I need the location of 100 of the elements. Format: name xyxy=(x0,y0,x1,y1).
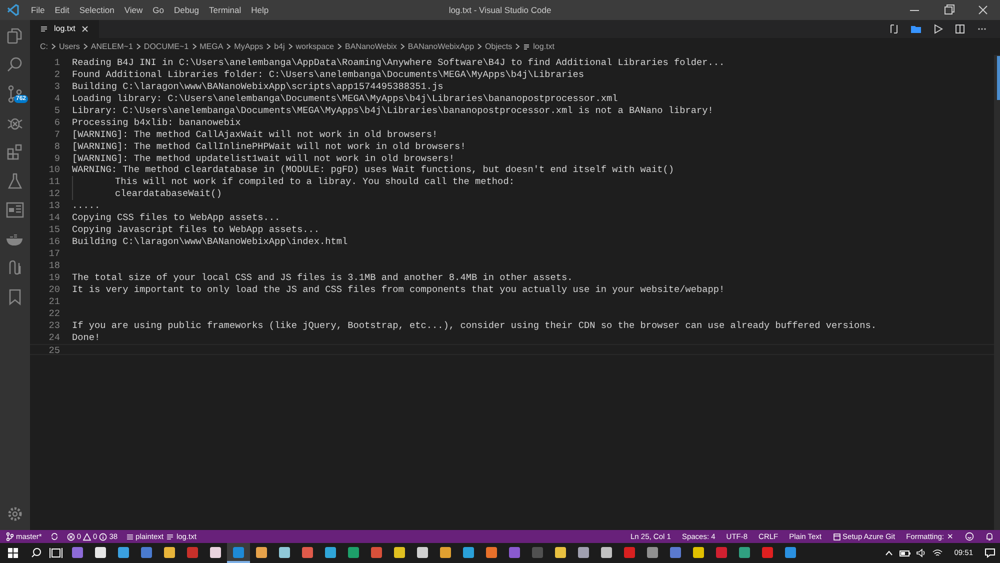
log-line: [WARNING]: The method CallAjaxWait will not work in old browsers! xyxy=(72,128,438,141)
chevron-icon xyxy=(136,43,141,50)
info-icon xyxy=(99,532,108,540)
scrollbar[interactable] xyxy=(994,55,1000,530)
log-line: cleardatabaseWait() xyxy=(115,188,222,200)
breadcrumb-item[interactable]: DOCUME~1 xyxy=(144,40,189,52)
log-line: It is very important to only load the JS and CSS files from components that you actually use in your website/webapp! xyxy=(72,284,725,296)
breadcrumb-item[interactable]: C: xyxy=(40,40,48,52)
warning-icon xyxy=(83,532,92,540)
bell-icon[interactable] xyxy=(985,532,994,541)
log-line: Done! xyxy=(72,332,100,344)
line-number: 20 xyxy=(48,284,60,296)
log-line: If you are using public frameworks (like jQuery, Bootstrap, etc...), consider using their CDN so the browser can use already buffered versions. xyxy=(72,320,877,332)
flask-icon[interactable] xyxy=(5,171,25,191)
line-number: 12 xyxy=(48,188,60,200)
menu-item[interactable]: Go xyxy=(148,4,169,16)
notifications-icon[interactable] xyxy=(984,547,996,559)
chevron-icon xyxy=(226,43,232,50)
log-line: Loading library: C:\Users\anelembanga\Documents\MEGA\MyApps\b4j\Libraries\bananopostprocessor.xml xyxy=(72,92,618,105)
menu-item[interactable]: Terminal xyxy=(204,4,246,16)
menu-item[interactable]: View xyxy=(119,4,148,16)
log-line: Library: C:\Users\anelembanga\Documents\MEGA\MyApps\b4j\Libraries\bananopostprocessor.xml is not a BANano library! xyxy=(72,104,714,117)
lines-icon xyxy=(40,25,48,33)
line-number: 6 xyxy=(53,116,60,129)
log-line: Found Additional Libraries folder: C:\Users\anelembanga\Documents\MEGA\MyApps\b4j\Libraries xyxy=(72,68,584,81)
menu-item[interactable]: Edit xyxy=(50,4,74,16)
menu-item[interactable]: Help xyxy=(246,4,274,16)
chevron-icon xyxy=(82,43,88,50)
line-number: 25 xyxy=(48,344,60,354)
play-icon[interactable] xyxy=(932,23,944,35)
line-number: 3 xyxy=(53,80,60,93)
line-number: 21 xyxy=(48,296,60,308)
lines-icon xyxy=(166,532,174,540)
log-line: Building C:\laragon\www\BANanoWebixApp\scripts\app1574495388351.js xyxy=(72,80,444,93)
breadcrumb-item[interactable]: MyApps xyxy=(234,40,264,52)
chevron-icon xyxy=(288,43,293,50)
breadcrumb-item[interactable]: workspace xyxy=(296,40,334,52)
chevron-icon xyxy=(515,43,520,50)
menu-item[interactable]: Debug xyxy=(168,4,204,16)
menu-item[interactable]: File xyxy=(26,4,50,16)
breadcrumb-item[interactable]: log.txt xyxy=(533,40,554,52)
chevron-icon xyxy=(266,43,272,50)
chevron-icon xyxy=(337,43,342,50)
line-number: 11 xyxy=(48,176,60,188)
log-line: The total size of your local CSS and JS files is 3.1MB and another 8.4MB in other assets. xyxy=(72,272,573,284)
line-number: 2 xyxy=(53,68,60,81)
line-number: 14 xyxy=(48,212,60,224)
breadcrumb-item[interactable]: ANELEM~1 xyxy=(90,40,133,52)
line-number: 17 xyxy=(48,248,60,260)
lines-icon xyxy=(523,43,530,50)
line-number: 18 xyxy=(48,260,60,272)
line-number: 9 xyxy=(53,152,60,164)
list-icon xyxy=(126,532,134,540)
breadcrumb-item[interactable]: BANanoWebix xyxy=(345,40,397,52)
folder-icon[interactable] xyxy=(910,23,922,35)
compare-icon[interactable] xyxy=(888,23,900,35)
window-title: log.txt - Visual Studio Code xyxy=(448,4,552,15)
line-number: 5 xyxy=(53,104,60,117)
split-editor-icon[interactable] xyxy=(954,23,966,35)
close-icon[interactable] xyxy=(81,25,90,33)
line-number: 15 xyxy=(48,224,60,236)
line-number: 23 xyxy=(48,320,60,332)
line-number: 24 xyxy=(48,332,60,344)
wifi-icon[interactable] xyxy=(932,548,944,558)
line-number: 16 xyxy=(48,236,60,248)
branch-icon xyxy=(6,532,14,541)
chevron-up-icon[interactable] xyxy=(884,548,894,558)
log-line: Building C:\laragon\www\BANanoWebixApp\index.html xyxy=(72,236,348,248)
speaker-icon[interactable] xyxy=(916,548,928,558)
line-number: 22 xyxy=(48,308,60,320)
line-number: 7 xyxy=(53,128,60,141)
line-number: 19 xyxy=(48,272,60,284)
log-line: Processing b4xlib: bananowebix xyxy=(72,116,241,129)
log-line: Reading B4J INI in C:\Users\anelembanga\AppData\Roaming\Anywhere Software\B4J to find Additional Libraries folder... xyxy=(72,57,725,69)
log-line: [WARNING]: The method CallInlinePHPWait will not work in old browsers! xyxy=(72,140,466,152)
chevron-icon xyxy=(400,43,405,50)
chevron-icon xyxy=(192,43,197,50)
log-line: Copying Javascript files to WebApp assets... xyxy=(72,224,320,236)
breadcrumb-item[interactable]: Users xyxy=(59,40,80,52)
sync-icon[interactable] xyxy=(50,532,59,541)
breadcrumb-item[interactable]: b4j xyxy=(274,40,285,52)
line-number: 4 xyxy=(53,92,60,105)
breadcrumb-item[interactable]: Objects xyxy=(485,40,512,52)
smiley-icon[interactable] xyxy=(965,532,974,541)
chevron-icon xyxy=(477,43,482,50)
preview-icon[interactable] xyxy=(5,200,25,220)
log-line: This will not work if compiled to a libray. You should call the method: xyxy=(115,176,514,188)
line-number: 1 xyxy=(53,57,60,69)
breadcrumb-item[interactable]: MEGA xyxy=(200,40,224,52)
editor-tab[interactable]: log.txt xyxy=(30,20,100,38)
line-number: 10 xyxy=(48,164,60,176)
menu-item[interactable]: Selection xyxy=(74,4,120,16)
battery-icon[interactable] xyxy=(899,548,912,558)
error-icon xyxy=(66,532,75,540)
log-line: WARNING: The method cleardatabase in (MODULE: pgFD) uses Wait functions, but doesn't end itself with wait() xyxy=(72,164,674,176)
breadcrumb-item[interactable]: BANanoWebixApp xyxy=(408,40,474,52)
log-line: ..... xyxy=(72,200,100,212)
line-number: 8 xyxy=(53,140,60,152)
line-number: 13 xyxy=(48,200,60,212)
log-line: [WARNING]: The method updatelist1wait will not work in old browsers! xyxy=(72,152,455,164)
